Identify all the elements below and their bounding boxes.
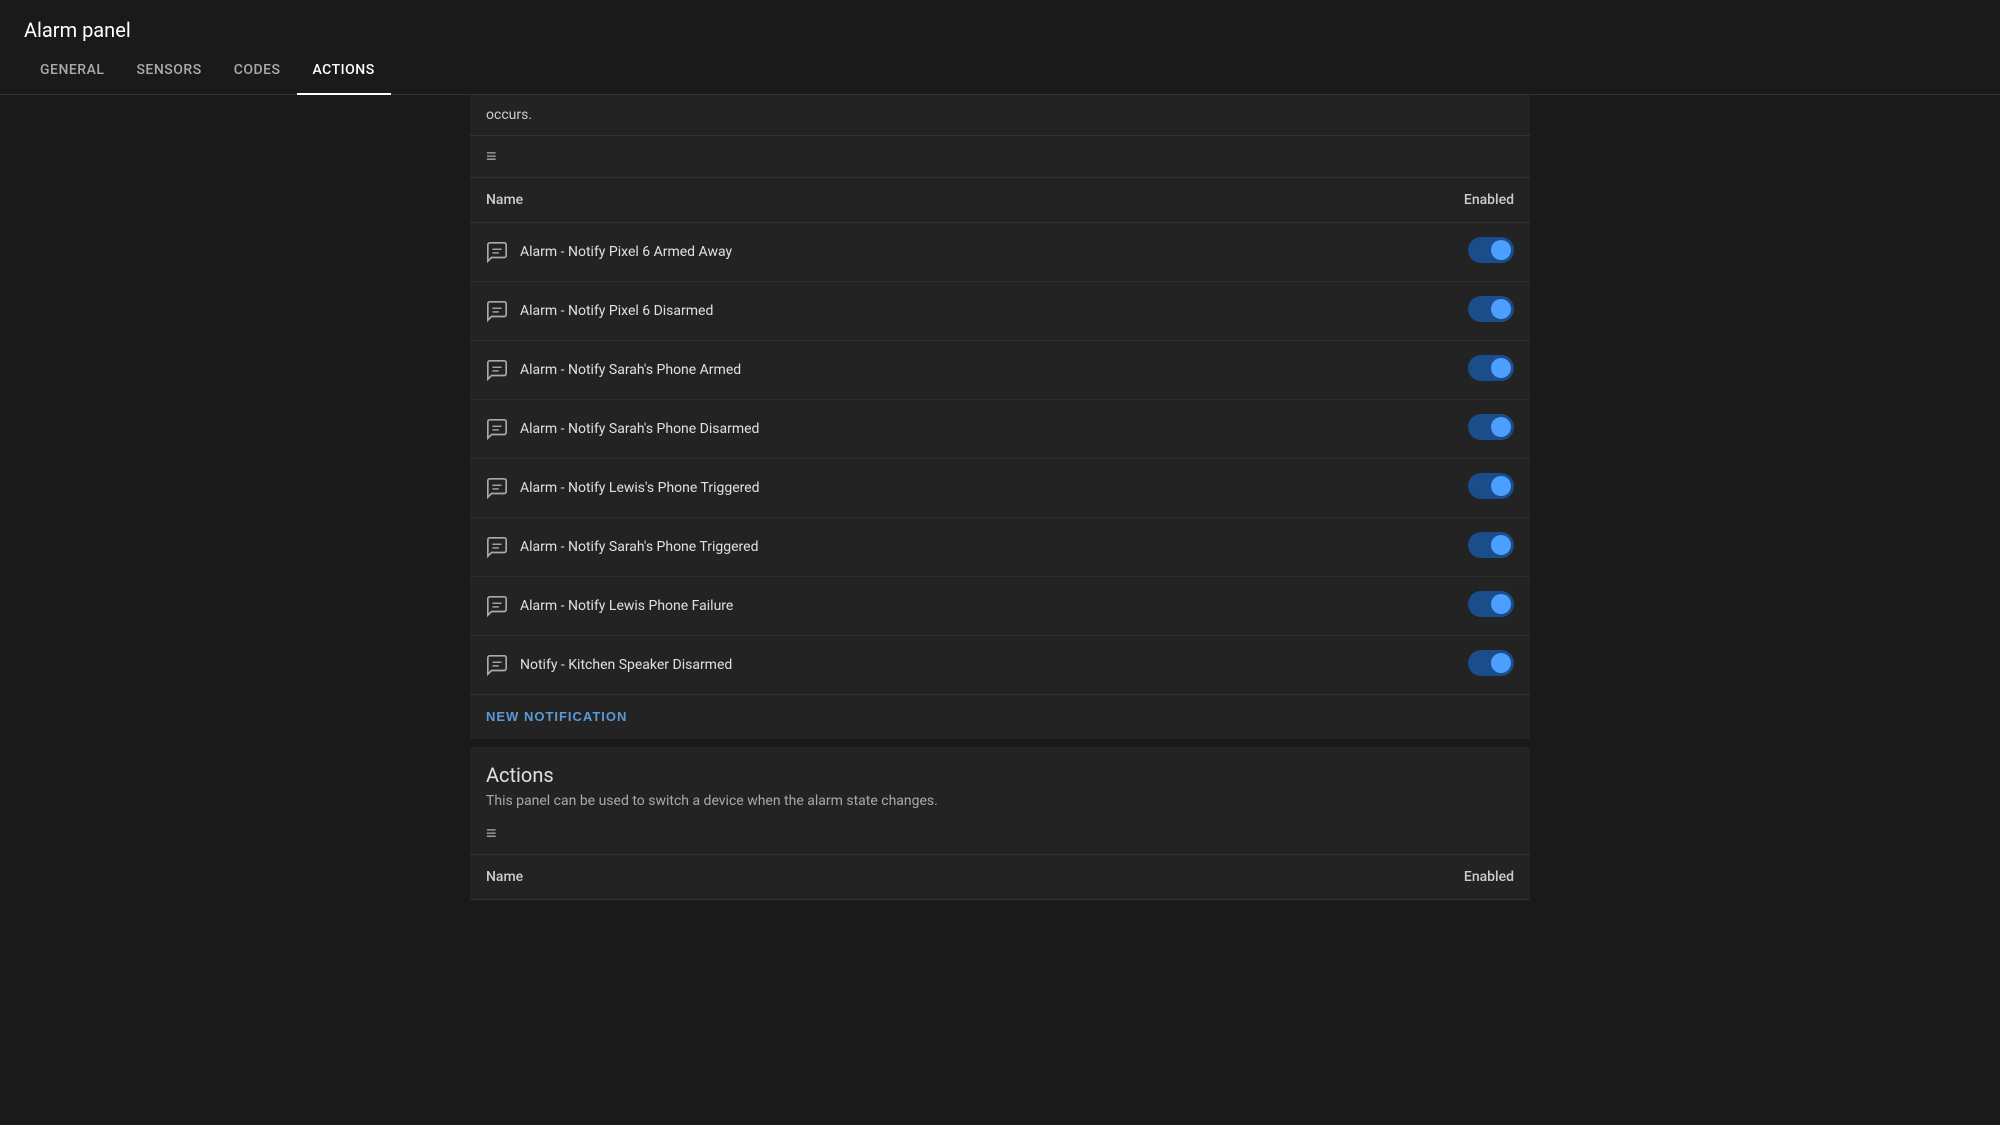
notifications-section: ≡ Name Enabled xyxy=(470,136,1530,739)
notification-icon xyxy=(486,477,508,499)
notifications-table: Name Enabled Alarm - Notify Pixel 6 Arme… xyxy=(470,178,1530,694)
notification-row: Alarm - Notify Sarah's Phone Armed xyxy=(470,341,1530,400)
actions-filter-bar: ≡ xyxy=(470,813,1530,855)
notification-name: Alarm - Notify Sarah's Phone Armed xyxy=(486,359,1290,381)
actions-header: Actions This panel can be used to switch… xyxy=(470,747,1530,813)
tab-general[interactable]: GENERAL xyxy=(24,46,120,94)
notification-icon xyxy=(486,359,508,381)
notification-row: Alarm - Notify Sarah's Phone Triggered xyxy=(470,518,1530,577)
actions-table: Name Enabled xyxy=(470,855,1530,900)
notification-row: Notify - Kitchen Speaker Disarmed xyxy=(470,636,1530,695)
notification-toggle[interactable] xyxy=(1468,650,1514,676)
notification-row: Alarm - Notify Pixel 6 Disarmed xyxy=(470,282,1530,341)
notification-name: Alarm - Notify Sarah's Phone Disarmed xyxy=(486,418,1290,440)
actions-section: Actions This panel can be used to switch… xyxy=(470,747,1530,900)
notification-name: Alarm - Notify Pixel 6 Disarmed xyxy=(486,300,1290,322)
notification-name: Alarm - Notify Sarah's Phone Triggered xyxy=(486,536,1290,558)
app-title: Alarm panel xyxy=(0,0,2000,42)
notification-row: Alarm - Notify Pixel 6 Armed Away xyxy=(470,223,1530,282)
tabs-nav: GENERAL SENSORS CODES ACTIONS xyxy=(0,46,2000,95)
notification-icon xyxy=(486,418,508,440)
notification-toggle[interactable] xyxy=(1468,296,1514,322)
notification-toggle[interactable] xyxy=(1468,473,1514,499)
new-notification-row: NEW NOTIFICATION xyxy=(470,694,1530,739)
partial-occurs-text: occurs. xyxy=(470,95,1530,136)
main-content: occurs. ≡ Name Enabled xyxy=(470,95,1530,900)
tab-codes[interactable]: CODES xyxy=(218,46,297,94)
actions-table-header: Name Enabled xyxy=(470,855,1530,900)
actions-title: Actions xyxy=(486,763,1514,787)
actions-filter-icon[interactable]: ≡ xyxy=(486,823,497,844)
notification-toggle[interactable] xyxy=(1468,355,1514,381)
notification-row: Alarm - Notify Sarah's Phone Disarmed xyxy=(470,400,1530,459)
notification-row: Alarm - Notify Lewis Phone Failure xyxy=(470,577,1530,636)
notification-icon xyxy=(486,300,508,322)
notification-label: Alarm - Notify Sarah's Phone Triggered xyxy=(520,539,758,555)
notification-label: Alarm - Notify Pixel 6 Armed Away xyxy=(520,244,732,260)
notification-row: Alarm - Notify Lewis's Phone Triggered xyxy=(470,459,1530,518)
notifications-filter-bar: ≡ xyxy=(470,136,1530,178)
tab-sensors[interactable]: SENSORS xyxy=(120,46,217,94)
new-notification-button[interactable]: NEW NOTIFICATION xyxy=(486,709,627,724)
notification-icon xyxy=(486,654,508,676)
notifications-table-header: Name Enabled xyxy=(470,178,1530,223)
notification-label: Alarm - Notify Sarah's Phone Armed xyxy=(520,362,741,378)
notification-toggle[interactable] xyxy=(1468,591,1514,617)
notifications-filter-icon[interactable]: ≡ xyxy=(486,146,497,167)
tab-actions[interactable]: ACTIONS xyxy=(297,46,391,94)
notification-toggle[interactable] xyxy=(1468,532,1514,558)
col-name-header: Name xyxy=(470,178,1306,223)
notification-icon xyxy=(486,595,508,617)
notification-label: Alarm - Notify Lewis's Phone Triggered xyxy=(520,480,760,496)
actions-description: This panel can be used to switch a devic… xyxy=(486,793,1514,809)
notification-name: Notify - Kitchen Speaker Disarmed xyxy=(486,654,1290,676)
notification-toggle[interactable] xyxy=(1468,237,1514,263)
notification-name: Alarm - Notify Lewis Phone Failure xyxy=(486,595,1290,617)
notification-icon xyxy=(486,536,508,558)
notification-label: Notify - Kitchen Speaker Disarmed xyxy=(520,657,732,673)
notification-label: Alarm - Notify Sarah's Phone Disarmed xyxy=(520,421,759,437)
notification-toggle[interactable] xyxy=(1468,414,1514,440)
actions-col-name-header: Name xyxy=(470,855,955,900)
notification-name: Alarm - Notify Lewis's Phone Triggered xyxy=(486,477,1290,499)
actions-col-enabled-header: Enabled xyxy=(955,855,1530,900)
notification-icon xyxy=(486,241,508,263)
notification-name: Alarm - Notify Pixel 6 Armed Away xyxy=(486,241,1290,263)
notification-label: Alarm - Notify Pixel 6 Disarmed xyxy=(520,303,713,319)
notification-label: Alarm - Notify Lewis Phone Failure xyxy=(520,598,733,614)
col-enabled-header: Enabled xyxy=(1306,178,1530,223)
